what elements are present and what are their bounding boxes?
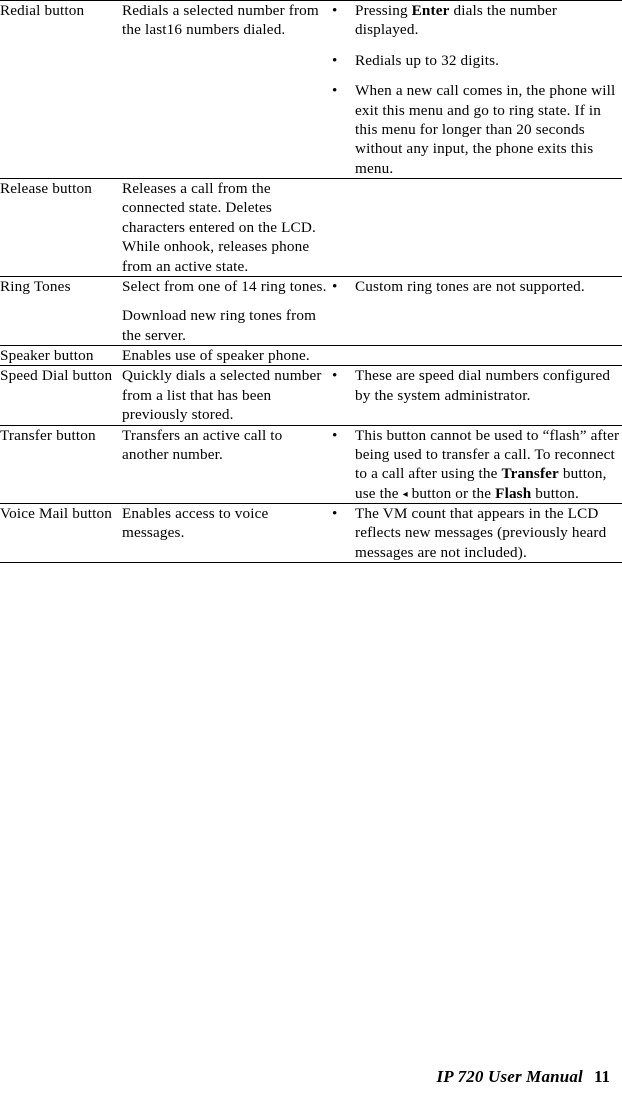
table-cell-feature: Release button (0, 178, 122, 277)
feature-name: Voice Mail button (0, 505, 112, 522)
feature-description: Transfers an active call to another numb… (122, 426, 331, 465)
table-cell-feature: Speaker button (0, 345, 122, 367)
table-cell-feature: Transfer button (0, 425, 122, 504)
description-paragraph: Releases a call from the connected state… (122, 180, 316, 275)
bullet-icon: • (332, 2, 338, 19)
table-cell-description: Releases a call from the connected state… (122, 178, 331, 277)
description-paragraph: Enables access to voice messages. (122, 505, 269, 542)
table-row: Speed Dial button Quickly dials a select… (0, 365, 622, 426)
table-cell-description: Enables access to voice messages. (122, 503, 331, 564)
note-text-prefix: These are speed dial numbers configured … (355, 367, 611, 404)
bullet-icon: • (332, 367, 338, 385)
description-paragraph: Redials a selected number from the last1… (122, 2, 319, 39)
note-text-prefix: The VM count that appears in the LCD ref… (355, 505, 607, 561)
phone-feature-table: Redial button Redials a selected number … (0, 0, 622, 564)
table-row: Voice Mail button Enables access to voic… (0, 503, 622, 564)
table-cell-description: Select from one of 14 ring tones. Downlo… (122, 276, 331, 347)
feature-description: Enables access to voice messages. (122, 504, 331, 543)
bullet-icon: • (332, 426, 338, 444)
note-text-prefix: When a new call comes in, the phone will… (355, 82, 616, 177)
feature-name: Speaker button (0, 347, 94, 364)
note-text-middle2: button or the (407, 484, 496, 502)
description-paragraph: Enables use of speaker phone. (122, 347, 310, 364)
list-item: • Custom ring tones are not supported. (331, 277, 622, 296)
feature-name: Ring Tones (0, 277, 71, 295)
table-cell-description: Quickly dials a selected number from a l… (122, 365, 331, 426)
table-cell-description: Redials a selected number from the last1… (122, 0, 331, 179)
feature-description: Redials a selected number from the last1… (122, 1, 331, 40)
table-row: Speaker button Enables use of speaker ph… (0, 345, 622, 367)
notes-list: • Pressing Enter dials the number displa… (331, 1, 622, 178)
table-row: Transfer button Transfers an active call… (0, 425, 622, 504)
feature-description: Quickly dials a selected number from a l… (122, 366, 331, 424)
note-text-prefix: Pressing (355, 2, 412, 19)
notes-list: • These are speed dial numbers configure… (331, 366, 622, 405)
note-text-prefix: Redials up to 32 digits. (355, 51, 500, 69)
feature-name: Transfer button (0, 426, 96, 444)
manual-title: IP 720 User Manual (436, 1067, 583, 1086)
table-cell-description: Transfers an active call to another numb… (122, 425, 331, 504)
bullet-icon: • (332, 51, 338, 69)
feature-name: Release button (0, 180, 92, 197)
table-cell-notes (331, 345, 622, 367)
note-text-prefix: Custom ring tones are not supported. (355, 277, 585, 295)
table-cell-notes: • The VM count that appears in the LCD r… (331, 503, 622, 564)
list-item: • These are speed dial numbers configure… (331, 366, 622, 405)
feature-name: Speed Dial button (0, 367, 113, 385)
page-number: 11 (593, 1067, 610, 1086)
manual-page: Redial button Redials a selected number … (0, 0, 622, 1100)
notes-list: • Custom ring tones are not supported. (331, 277, 622, 296)
table-row: Release button Releases a call from the … (0, 178, 622, 277)
bullet-icon: • (332, 277, 338, 295)
table-cell-notes: • This button cannot be used to “flash” a… (331, 425, 622, 504)
list-item: • The VM count that appears in the LCD r… (331, 504, 622, 562)
list-item: • This button cannot be used to “flash” a… (331, 426, 622, 504)
note-text-bold: Enter (411, 2, 450, 19)
note-text-bold2: Flash (495, 484, 532, 502)
table-cell-feature: Voice Mail button (0, 503, 122, 564)
list-item: • Pressing Enter dials the number displa… (331, 1, 622, 40)
note-text-suffix: button. (531, 484, 579, 502)
table-cell-notes (331, 178, 622, 277)
bullet-icon: • (332, 505, 338, 522)
table-row: Redial button Redials a selected number … (0, 0, 622, 179)
description-paragraph: Quickly dials a selected number from a l… (122, 367, 322, 424)
description-paragraph: Download new ring tones from the server. (122, 307, 317, 344)
table-row: Ring Tones Select from one of 14 ring to… (0, 276, 622, 347)
table-cell-notes: • These are speed dial numbers configure… (331, 365, 622, 426)
table-cell-description: Enables use of speaker phone. (122, 345, 331, 367)
description-paragraph: Select from one of 14 ring tones. (122, 277, 327, 295)
table-cell-notes: • Pressing Enter dials the number displa… (331, 0, 622, 179)
feature-description: Select from one of 14 ring tones. Downlo… (122, 277, 331, 345)
feature-description: Releases a call from the connected state… (122, 179, 331, 276)
page-footer: IP 720 User Manual 11 (0, 1067, 622, 1087)
table-cell-notes: • Custom ring tones are not supported. (331, 276, 622, 347)
notes-list: • The VM count that appears in the LCD r… (331, 504, 622, 562)
list-item: • Redials up to 32 digits. (331, 51, 622, 70)
note-text-bold: Transfer (501, 465, 559, 483)
list-item: • When a new call comes in, the phone wi… (331, 81, 622, 178)
notes-list: • This button cannot be used to “flash” a… (331, 426, 622, 504)
description-paragraph: Transfers an active call to another numb… (122, 426, 283, 463)
table-cell-feature: Speed Dial button (0, 365, 122, 426)
bullet-icon: • (332, 82, 338, 100)
table-cell-feature: Redial button (0, 0, 122, 179)
feature-description: Enables use of speaker phone. (122, 346, 331, 365)
feature-name: Redial button (0, 2, 85, 19)
table-cell-feature: Ring Tones (0, 276, 122, 347)
